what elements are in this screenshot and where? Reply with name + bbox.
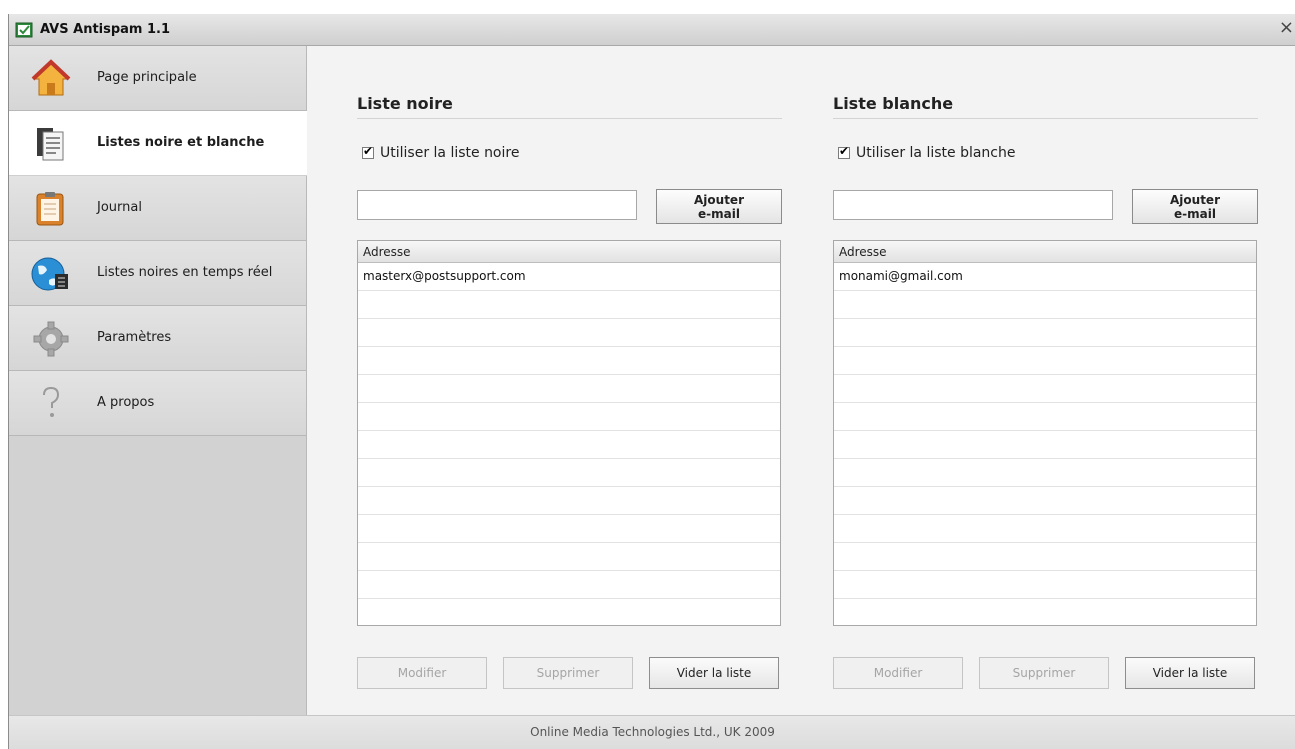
add-email-button[interactable]: Ajouter e-mail <box>1132 189 1258 224</box>
whitelist-panel: Liste blanche Utiliser la liste blanche … <box>833 46 1260 715</box>
table-row[interactable] <box>358 431 780 459</box>
blacklist-table[interactable]: Adresse masterx@postsupport.com <box>357 240 781 626</box>
sidebar-item-temps-reel[interactable]: Listes noires en temps réel <box>9 241 306 306</box>
list-document-icon <box>31 124 71 164</box>
blacklist-email-input[interactable] <box>357 190 637 220</box>
column-header-adresse[interactable]: Adresse <box>834 241 1256 263</box>
use-blacklist-checkbox-row[interactable]: Utiliser la liste noire <box>362 144 520 161</box>
sidebar-item-label: Page principale <box>97 70 197 85</box>
table-row[interactable] <box>358 571 780 599</box>
close-button[interactable]: × <box>1279 18 1294 38</box>
table-row[interactable] <box>358 319 780 347</box>
clipboard-icon <box>31 189 71 229</box>
table-row[interactable] <box>358 403 780 431</box>
column-header-adresse[interactable]: Adresse <box>358 241 780 263</box>
table-row[interactable] <box>358 487 780 515</box>
add-button-line2: e-mail <box>698 207 740 221</box>
table-row[interactable] <box>358 543 780 571</box>
sidebar-item-label: Journal <box>97 200 142 215</box>
table-row[interactable] <box>834 515 1256 543</box>
table-row[interactable]: monami@gmail.com <box>834 263 1256 291</box>
table-row[interactable] <box>834 431 1256 459</box>
table-row[interactable] <box>358 291 780 319</box>
add-button-line1: Ajouter <box>1170 193 1220 207</box>
modify-button[interactable]: Modifier <box>357 657 487 689</box>
add-button-line2: e-mail <box>1174 207 1216 221</box>
delete-button[interactable]: Supprimer <box>503 657 633 689</box>
table-row[interactable] <box>834 347 1256 375</box>
modify-button[interactable]: Modifier <box>833 657 963 689</box>
table-row[interactable] <box>834 403 1256 431</box>
table-row[interactable]: masterx@postsupport.com <box>358 263 780 291</box>
table-row[interactable] <box>834 571 1256 599</box>
blacklist-panel: Liste noire Utiliser la liste noire Ajou… <box>357 46 784 715</box>
window-title: AVS Antispam 1.1 <box>40 22 171 37</box>
table-row[interactable] <box>834 375 1256 403</box>
table-row[interactable] <box>834 291 1256 319</box>
sidebar-item-a-propos[interactable]: A propos <box>9 371 306 436</box>
sidebar: Page principale Listes noire et blanche <box>9 46 307 715</box>
app-window: AVS Antispam 1.1 × Page principale Liste… <box>8 14 1295 749</box>
blacklist-actions: Modifier Supprimer Vider la liste <box>357 657 781 689</box>
main-content: Liste noire Utiliser la liste noire Ajou… <box>307 46 1295 715</box>
sidebar-item-label: Listes noires en temps réel <box>97 265 273 280</box>
table-row[interactable] <box>358 459 780 487</box>
checkbox-label: Utiliser la liste blanche <box>856 145 1016 161</box>
table-row[interactable] <box>834 459 1256 487</box>
table-row[interactable] <box>834 543 1256 571</box>
add-email-button[interactable]: Ajouter e-mail <box>656 189 782 224</box>
table-row[interactable] <box>358 347 780 375</box>
globe-icon <box>31 254 71 294</box>
sidebar-item-label: Listes noire et blanche <box>97 135 265 150</box>
app-logo-icon <box>15 22 33 38</box>
delete-button[interactable]: Supprimer <box>979 657 1109 689</box>
clear-list-button[interactable]: Vider la liste <box>649 657 779 689</box>
whitelist-email-input[interactable] <box>833 190 1113 220</box>
add-button-line1: Ajouter <box>694 193 744 207</box>
question-icon <box>31 384 71 424</box>
clear-list-button[interactable]: Vider la liste <box>1125 657 1255 689</box>
use-whitelist-checkbox[interactable] <box>838 144 850 159</box>
use-whitelist-checkbox-row[interactable]: Utiliser la liste blanche <box>838 144 1016 161</box>
panel-title: Liste blanche <box>833 94 954 113</box>
sidebar-item-journal[interactable]: Journal <box>9 176 306 241</box>
sidebar-item-page-principale[interactable]: Page principale <box>9 46 306 111</box>
copyright-text: Online Media Technologies Ltd., UK 2009 <box>530 725 775 739</box>
panel-title: Liste noire <box>357 94 453 113</box>
sidebar-item-listes[interactable]: Listes noire et blanche <box>9 111 307 176</box>
table-row[interactable] <box>834 487 1256 515</box>
sidebar-item-label: Paramètres <box>97 330 172 345</box>
whitelist-table[interactable]: Adresse monami@gmail.com <box>833 240 1257 626</box>
title-bar[interactable]: AVS Antispam 1.1 × <box>9 14 1295 46</box>
divider <box>833 118 1258 119</box>
home-icon <box>31 59 71 99</box>
use-blacklist-checkbox[interactable] <box>362 144 374 159</box>
checkbox-label: Utiliser la liste noire <box>380 145 520 161</box>
table-row[interactable] <box>834 319 1256 347</box>
sidebar-item-parametres[interactable]: Paramètres <box>9 306 306 371</box>
whitelist-actions: Modifier Supprimer Vider la liste <box>833 657 1257 689</box>
status-bar: Online Media Technologies Ltd., UK 2009 <box>9 715 1295 749</box>
table-row[interactable] <box>358 515 780 543</box>
sidebar-item-label: A propos <box>97 395 155 410</box>
gear-icon <box>31 319 71 359</box>
divider <box>357 118 782 119</box>
table-row[interactable] <box>358 375 780 403</box>
